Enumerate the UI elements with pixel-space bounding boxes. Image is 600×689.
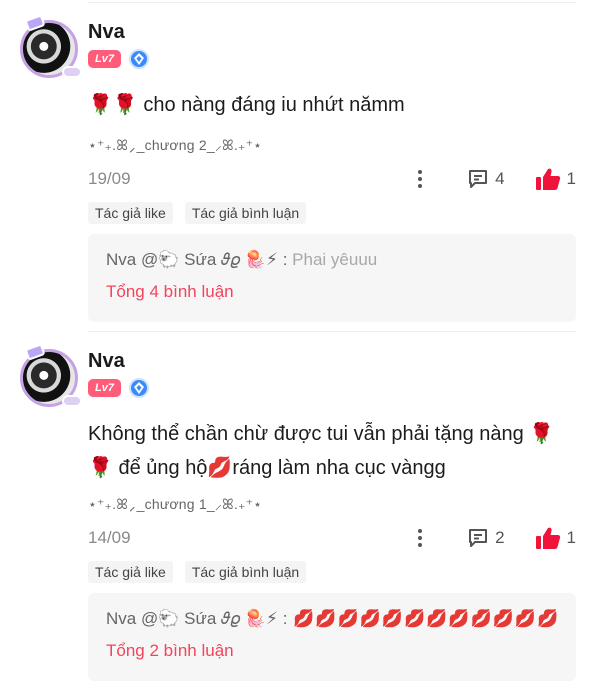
comment-text: Không thể chần chừ được tui vẫn phải tặn… [88, 423, 555, 479]
reply-button[interactable]: 4 [466, 167, 505, 191]
meta-row: 19/09 4 1 [88, 166, 576, 192]
level-row: Lv7 [88, 49, 149, 69]
author-tags: Tác giả like Tác giả bình luận [88, 561, 307, 583]
like-count: 1 [566, 169, 576, 188]
like-button[interactable]: 1 [535, 526, 576, 550]
reply-text: Phai yêuuu [287, 250, 378, 269]
meta-row: 14/09 2 1 [88, 525, 576, 551]
diamond-vip-icon [128, 378, 149, 398]
author-reply-tag: Tác giả bình luận [184, 202, 307, 224]
reply-author: Nva @🐑 Sứa 𝜗𝜚 🪼⚡ : [106, 250, 288, 269]
comment-divider [88, 331, 576, 332]
level-badge: Lv7 [88, 379, 121, 397]
reply-preview[interactable]: Nva @🐑 Sứa 𝜗𝜚 🪼⚡ : Phai yêuuu Tổng 4 bìn… [88, 234, 576, 322]
like-button[interactable]: 1 [535, 167, 576, 191]
comment-text: 🌹🌹 cho nàng đáng iu nhứt nămm [88, 94, 405, 116]
thumbs-up-icon [535, 527, 560, 549]
like-count: 1 [566, 528, 576, 547]
comment-actions: 2 1 [408, 526, 576, 550]
comment-item: Nva Lv7 Không thể chần chừ được tui vẫn … [0, 343, 600, 689]
level-badge: Lv7 [88, 50, 121, 68]
comment-actions: 4 1 [408, 167, 576, 191]
reply-preview-line: Nva @🐑 Sứa 𝜗𝜚 🪼⚡ : Phai yêuuu [106, 246, 558, 274]
chapter-label[interactable]: ⋆⁺₊.ꕤ⸝_chương 2_⸝ꕤ.₊⁺⋆ [88, 136, 262, 155]
avatar[interactable] [20, 14, 82, 78]
level-row: Lv7 [88, 378, 149, 398]
comment-date: 14/09 [88, 528, 131, 547]
reply-count: 4 [495, 169, 505, 188]
chapter-label[interactable]: ⋆⁺₊.ꕤ⸝_chương 1_⸝ꕤ.₊⁺⋆ [88, 495, 262, 514]
comment-bubble-icon [469, 170, 488, 188]
avatar-badge-icon [62, 66, 82, 78]
reply-author: Nva @🐑 Sứa 𝜗𝜚 🪼⚡ : [106, 609, 288, 628]
author-like-tag: Tác giả like [88, 561, 173, 583]
author-tags: Tác giả like Tác giả bình luận [88, 202, 307, 224]
top-divider [88, 2, 576, 3]
reply-button[interactable]: 2 [466, 526, 505, 550]
username[interactable]: Nva [88, 350, 125, 373]
thumbs-up-icon [535, 168, 560, 190]
comment-item: Nva Lv7 🌹🌹 cho nàng đáng iu nhứt nămm ⋆⁺… [0, 14, 600, 326]
comment-bubble-icon [469, 529, 488, 547]
total-replies-link[interactable]: Tổng 4 bình luận [106, 282, 234, 302]
author-like-tag: Tác giả like [88, 202, 173, 224]
author-reply-tag: Tác giả bình luận [184, 561, 307, 583]
total-replies-link[interactable]: Tổng 2 bình luận [106, 641, 234, 661]
diamond-vip-icon [128, 49, 149, 69]
comment-date: 19/09 [88, 169, 131, 188]
reply-preview-line: Nva @🐑 Sứa 𝜗𝜚 🪼⚡ : 💋💋💋💋💋💋💋💋💋💋💋💋💋 [106, 605, 558, 633]
username[interactable]: Nva [88, 21, 125, 44]
vertical-ellipsis-icon[interactable] [408, 526, 432, 550]
reply-preview[interactable]: Nva @🐑 Sứa 𝜗𝜚 🪼⚡ : 💋💋💋💋💋💋💋💋💋💋💋💋💋 Tổng 2 … [88, 593, 576, 681]
vertical-ellipsis-icon[interactable] [408, 167, 432, 191]
avatar[interactable] [20, 343, 82, 407]
avatar-badge-icon [62, 395, 82, 407]
reply-count: 2 [495, 528, 505, 547]
reply-text: 💋💋💋💋💋💋💋💋💋💋💋💋💋 [287, 609, 558, 628]
